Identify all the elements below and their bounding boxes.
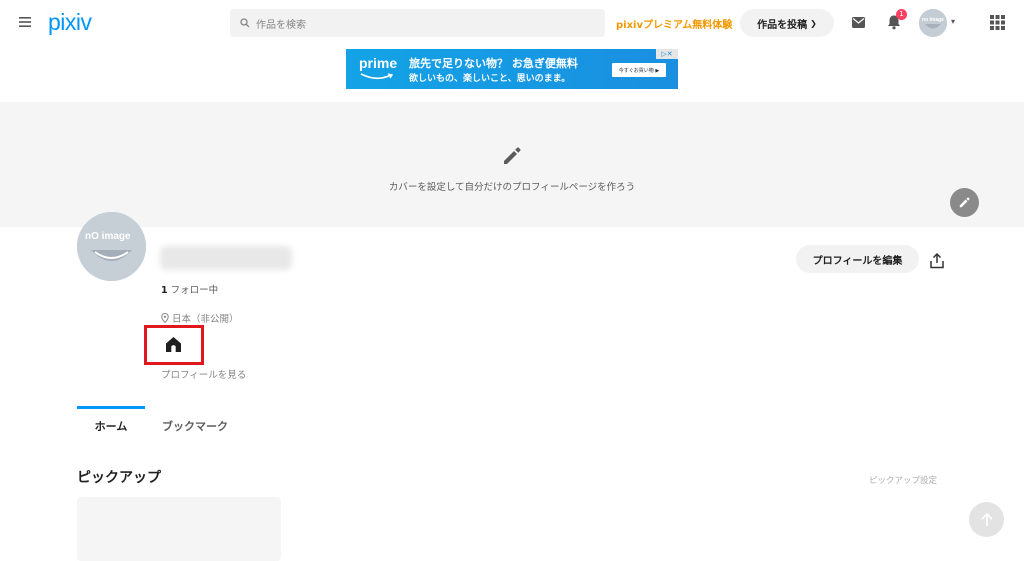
mail-icon[interactable] [852,17,865,28]
pixiv-logo[interactable]: pixiv [48,9,92,36]
premium-trial-link[interactable]: pixivプレミアム無料体験 [616,16,732,31]
amazon-smile-icon [360,73,394,80]
search-icon [240,18,250,28]
ad-subline: 欲しいもの、楽しいこと、思いのまま。 [409,74,571,84]
chevron-down-icon: ❯ [810,18,817,28]
pickup-settings-link[interactable]: ピックアップ設定 [869,474,937,486]
cover-edit-button[interactable] [950,188,979,217]
cover-prompt: カバーを設定して自分だけのプロフィールページを作ろう [388,182,636,193]
scroll-to-top-button[interactable] [969,502,1004,537]
svg-text:no image: no image [922,17,944,23]
home-icon[interactable] [164,335,183,354]
apps-grid-icon[interactable] [990,15,1005,30]
post-work-label: 作品を投稿 [757,19,808,31]
profile-avatar[interactable]: nO image [77,212,146,281]
ad-close-icon[interactable]: ▷✕ [656,49,678,59]
ad-banner[interactable]: prime 旅先で足りない物？ お急ぎ便無料 欲しいもの、楽しいこと、思いのまま… [346,49,678,89]
notification-badge: 1 [896,9,907,20]
following-count[interactable]: 1 フォロー中 [161,282,218,296]
pickup-heading: ピックアップ [77,470,161,486]
post-work-button[interactable]: 作品を投稿 ❯ [740,9,834,37]
username-blurred [160,246,292,270]
avatar-placeholder-text: nO image [85,231,131,242]
ad-headline: 旅先で足りない物？ お急ぎ便無料 [409,57,578,70]
search-placeholder: 作品を検索 [256,19,306,31]
location: 日本（非公開） [161,311,239,325]
global-header: pixiv 作品を検索 pixivプレミアム無料体験 作品を投稿 ❯ 1 no … [0,0,1024,46]
no-image-avatar-icon: no image [919,9,947,37]
tab-home[interactable]: ホーム [77,418,145,434]
pencil-icon[interactable] [501,145,523,167]
location-text: 日本（非公開） [172,314,239,325]
pencil-icon [959,197,970,208]
active-tab-indicator [77,406,145,409]
following-number: 1 [161,285,168,296]
chevron-down-icon[interactable]: ▾ [951,17,955,26]
following-label: フォロー中 [170,285,219,296]
edit-profile-button[interactable]: プロフィールを編集 [796,245,919,273]
arrow-up-icon [980,512,993,526]
no-image-avatar-icon [77,212,146,281]
ad-brand: prime [359,55,398,71]
user-avatar[interactable]: no image [919,9,947,37]
location-pin-icon [161,313,169,323]
pickup-card-placeholder[interactable] [77,497,281,561]
tab-bookmark[interactable]: ブックマーク [162,418,228,434]
ad-shop-button[interactable]: 今すぐお買い物 ▶ [612,63,666,77]
view-profile-link[interactable]: プロフィールを見る [161,367,246,381]
menu-icon[interactable] [18,15,32,29]
search-input[interactable]: 作品を検索 [230,9,605,37]
share-icon[interactable] [929,252,945,269]
